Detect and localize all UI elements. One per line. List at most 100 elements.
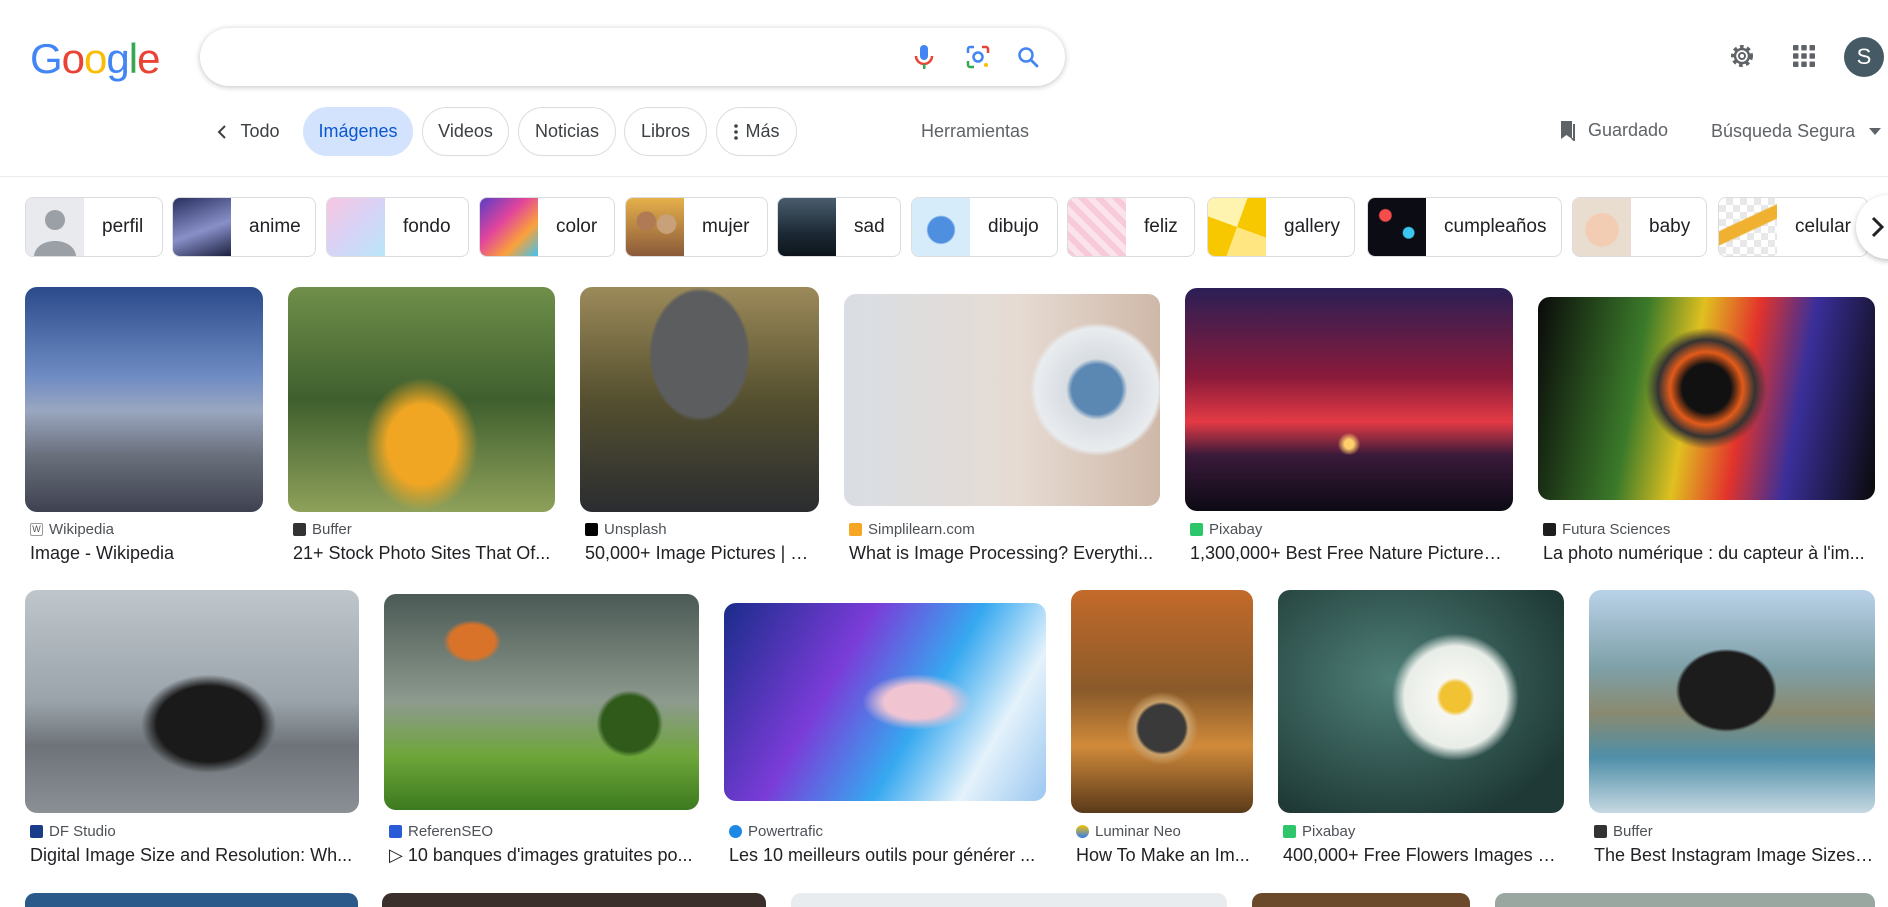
chip-mujer[interactable]: mujer — [625, 197, 768, 257]
search-input[interactable] — [224, 42, 904, 72]
result-source[interactable]: Luminar Neo — [1076, 823, 1181, 840]
source-label: DF Studio — [49, 823, 116, 840]
chip-fondo[interactable]: fondo — [326, 197, 469, 257]
tab-noticias[interactable]: Noticias — [518, 107, 616, 156]
tab-label: Libros — [640, 121, 691, 141]
safe-search-label: Búsqueda Segura — [1711, 121, 1856, 141]
result-image-partial[interactable] — [25, 893, 358, 907]
lens-icon[interactable] — [963, 42, 993, 72]
header-divider — [0, 176, 1888, 177]
result-title[interactable]: Image - Wikipedia — [30, 543, 265, 564]
chip-label: color — [556, 216, 598, 237]
source-label: Futura Sciences — [1562, 521, 1671, 538]
avatar-letter: S — [1856, 44, 1872, 69]
result-image[interactable] — [724, 603, 1046, 801]
tab-videos[interactable]: Videos — [422, 107, 509, 156]
result-title[interactable]: Les 10 meilleurs outils pour générer ... — [729, 845, 1044, 866]
result-title[interactable]: La photo numérique : du capteur à l'im..… — [1543, 543, 1883, 564]
source-label: Simplilearn.com — [868, 521, 975, 538]
result-source[interactable]: ReferenSEO — [389, 823, 493, 840]
dfstudio-favicon-icon — [30, 825, 43, 838]
saved-button[interactable]: Guardado — [1558, 119, 1668, 141]
chip-label: baby — [1649, 216, 1691, 237]
apps-grid-icon[interactable] — [1788, 40, 1820, 72]
result-source[interactable]: Futura Sciences — [1543, 521, 1670, 538]
result-image[interactable] — [25, 590, 359, 813]
result-source[interactable]: Buffer — [293, 521, 352, 538]
result-image[interactable] — [1278, 590, 1564, 813]
account-avatar[interactable]: S — [1844, 37, 1884, 77]
result-title[interactable]: What is Image Processing? Everythi... — [849, 543, 1159, 564]
chip-thumbnail — [778, 198, 836, 256]
source-label: Pixabay — [1209, 521, 1263, 538]
result-title[interactable]: 1,300,000+ Best Free Nature Pictures ... — [1190, 543, 1510, 564]
settings-gear-icon[interactable] — [1726, 40, 1758, 72]
result-image[interactable] — [1589, 590, 1875, 813]
result-title[interactable]: The Best Instagram Image Sizes:... — [1594, 845, 1874, 866]
result-image-partial[interactable] — [1495, 893, 1875, 907]
chip-label: perfil — [102, 216, 144, 237]
result-source[interactable]: Simplilearn.com — [849, 521, 975, 538]
chip-celular[interactable]: celular — [1718, 197, 1868, 257]
result-image[interactable] — [25, 287, 263, 512]
result-source[interactable]: Powertrafic — [729, 823, 823, 840]
result-image[interactable] — [844, 294, 1160, 506]
chip-perfil[interactable]: perfil — [25, 197, 163, 257]
search-icon[interactable] — [1013, 42, 1043, 72]
tab-back-todo[interactable]: Todo — [208, 107, 288, 156]
chip-label: feliz — [1144, 216, 1178, 237]
result-image-partial[interactable] — [1252, 893, 1470, 907]
chip-sad[interactable]: sad — [777, 197, 901, 257]
source-label: Powertrafic — [748, 823, 824, 840]
result-image[interactable] — [1071, 590, 1253, 813]
chip-gallery[interactable]: gallery — [1207, 197, 1355, 257]
tab-mas[interactable]: Más — [716, 107, 797, 156]
chip-label: anime — [249, 216, 301, 237]
mic-icon[interactable] — [909, 42, 939, 72]
chip-color[interactable]: color — [479, 197, 615, 257]
chip-label: dibujo — [988, 216, 1039, 237]
chip-label: celular — [1795, 216, 1851, 237]
buffer-favicon-icon — [1594, 825, 1607, 838]
referenseo-favicon-icon — [389, 825, 402, 838]
chip-dibujo[interactable]: dibujo — [911, 197, 1058, 257]
result-source[interactable]: Pixabay — [1190, 521, 1262, 538]
result-source[interactable]: DF Studio — [30, 823, 116, 840]
tools-button[interactable]: Herramientas — [921, 121, 1029, 142]
result-title[interactable]: How To Make an Im... — [1076, 845, 1256, 866]
safe-search-dropdown[interactable]: Búsqueda Segura — [1711, 121, 1882, 142]
result-image[interactable] — [1538, 297, 1875, 500]
tab-label: Imágenes — [318, 121, 398, 141]
result-image-partial[interactable] — [791, 893, 1227, 907]
result-title[interactable]: 50,000+ Image Pictures | D... — [585, 543, 817, 564]
chip-label: sad — [854, 216, 885, 237]
chip-anime[interactable]: anime — [172, 197, 316, 257]
chip-baby[interactable]: baby — [1572, 197, 1707, 257]
result-image[interactable] — [1185, 288, 1513, 511]
tab-libros[interactable]: Libros — [624, 107, 707, 156]
chip-thumbnail — [1208, 198, 1266, 256]
result-image[interactable] — [580, 287, 819, 512]
chip-thumbnail — [26, 198, 84, 256]
result-source[interactable]: W Wikipedia — [30, 521, 114, 538]
chip-feliz[interactable]: feliz — [1067, 197, 1195, 257]
result-source[interactable]: Unsplash — [585, 521, 667, 538]
result-image[interactable] — [384, 594, 699, 810]
result-image-partial[interactable] — [382, 893, 766, 907]
result-source[interactable]: Pixabay — [1283, 823, 1355, 840]
result-title[interactable]: Digital Image Size and Resolution: Wh... — [30, 845, 360, 866]
google-logo[interactable]: Google — [30, 38, 160, 80]
tab-imagenes[interactable]: Imágenes — [303, 107, 413, 156]
search-box — [200, 28, 1065, 86]
bookmark-icon — [1561, 121, 1575, 141]
result-title[interactable]: 21+ Stock Photo Sites That Of... — [293, 543, 555, 564]
chip-thumbnail — [173, 198, 231, 256]
result-title[interactable]: ▷ 10 banques d'images gratuites po... — [389, 845, 699, 866]
chip-cumpleanos[interactable]: cumpleaños — [1367, 197, 1562, 257]
result-title[interactable]: 400,000+ Free Flowers Images &... — [1283, 845, 1561, 866]
chip-label: mujer — [702, 216, 750, 237]
result-image[interactable] — [288, 287, 555, 512]
chip-thumbnail — [480, 198, 538, 256]
result-source[interactable]: Buffer — [1594, 823, 1653, 840]
chevron-left-icon — [218, 124, 227, 139]
